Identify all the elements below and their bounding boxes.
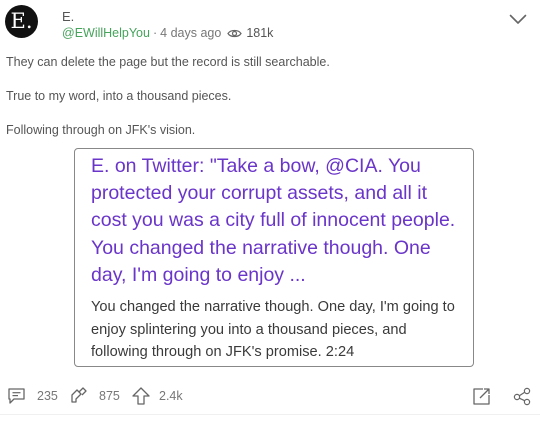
share-button[interactable]	[512, 383, 533, 409]
comment-count: 235	[37, 389, 58, 403]
avatar-letter: E.	[10, 9, 33, 33]
share-icon	[512, 386, 533, 407]
link-preview-card[interactable]: E. on Twitter: "Take a bow, @CIA. You pr…	[74, 148, 474, 367]
link-card-title[interactable]: E. on Twitter: "Take a bow, @CIA. You pr…	[91, 153, 461, 289]
open-external-button[interactable]	[471, 383, 492, 409]
eye-icon	[227, 28, 243, 39]
chevron-down-icon[interactable]	[507, 10, 529, 28]
shares-count: 875	[99, 389, 120, 403]
post-paragraph: Following through on JFK's vision.	[6, 123, 196, 137]
post-paragraph: They can delete the page but the record …	[6, 55, 330, 69]
action-bar: 235 875 2.4k	[0, 383, 540, 409]
avatar[interactable]: E.	[5, 5, 38, 38]
post-paragraph: True to my word, into a thousand pieces.	[6, 89, 232, 103]
shares-button[interactable]: 875	[68, 383, 120, 409]
comment-button[interactable]: 235	[6, 383, 58, 409]
open-external-icon	[471, 386, 492, 407]
divider	[0, 414, 540, 415]
link-card-description: You changed the narrative though. One da…	[91, 299, 455, 360]
post-time: 4 days ago	[160, 26, 222, 40]
arrow-up-icon	[131, 386, 151, 406]
comment-icon	[6, 386, 27, 406]
share-arrows-icon	[68, 386, 88, 406]
post-meta: @EWillHelpYou · 4 days ago 181k	[62, 26, 273, 40]
view-count: 181k	[246, 26, 274, 40]
upvote-count: 2.4k	[159, 389, 183, 403]
upvote-button[interactable]: 2.4k	[131, 383, 183, 409]
meta-separator: ·	[152, 26, 158, 40]
author-name[interactable]: E.	[62, 9, 74, 24]
author-handle[interactable]: @EWillHelpYou	[62, 26, 150, 40]
